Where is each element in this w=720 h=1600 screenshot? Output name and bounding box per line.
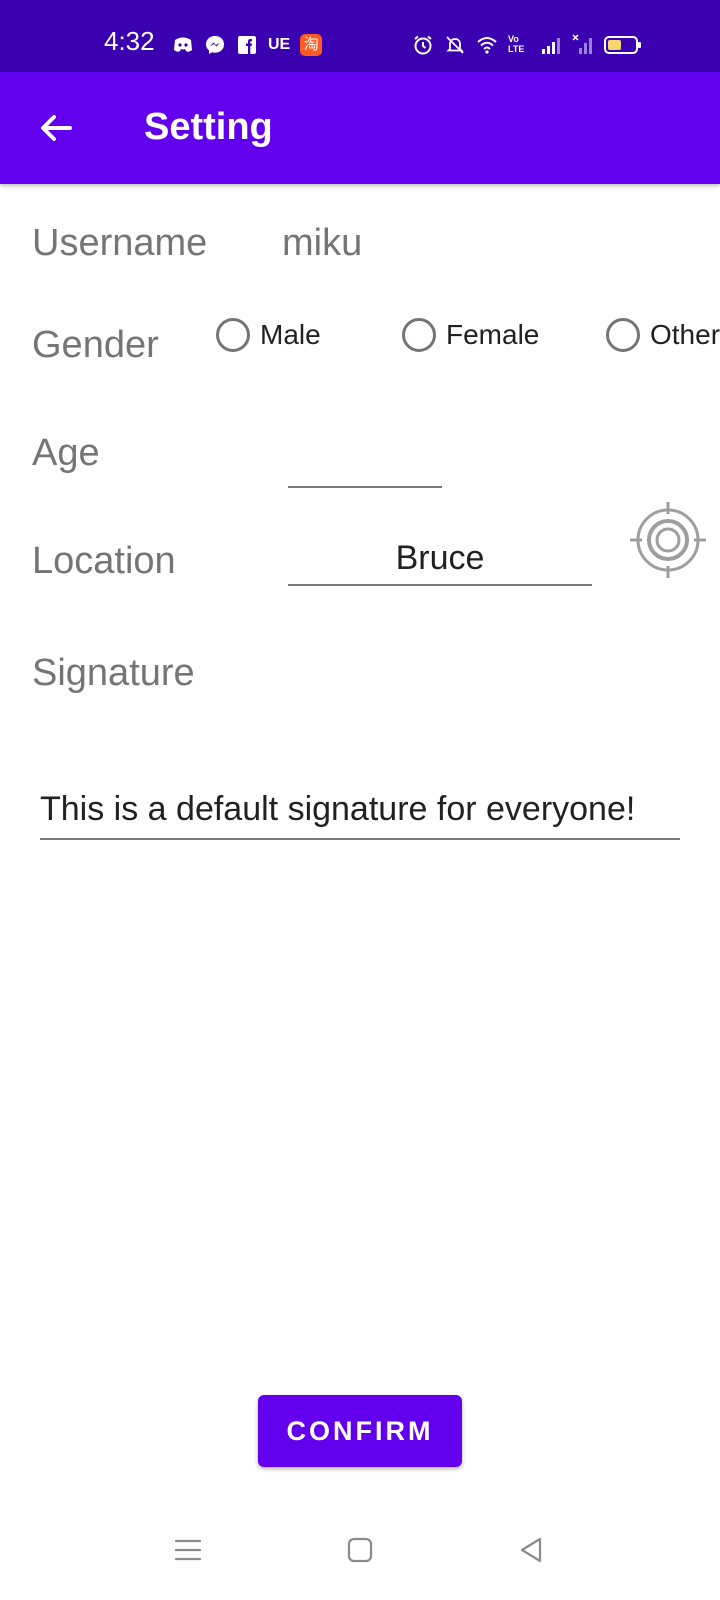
- taobao-icon: 淘: [300, 34, 323, 56]
- status-left-icons: UE 淘: [172, 32, 323, 58]
- facebook-icon: [238, 36, 256, 54]
- signature-label: Signature: [32, 652, 195, 694]
- gender-radio-group: Male Female Other: [0, 318, 720, 366]
- app-bar: Setting: [0, 72, 720, 184]
- gender-option-male[interactable]: Male: [216, 318, 321, 352]
- battery-icon: [604, 36, 641, 54]
- location-input[interactable]: [288, 532, 592, 586]
- back-nav-icon[interactable]: [512, 1530, 552, 1570]
- gender-option-other[interactable]: Other: [606, 318, 720, 352]
- volte-icon: Vo LTE: [508, 34, 525, 54]
- locate-target-icon[interactable]: [628, 500, 708, 580]
- age-input[interactable]: [288, 436, 442, 488]
- username-label: Username: [32, 222, 208, 264]
- menu-nav-icon[interactable]: [168, 1530, 208, 1570]
- location-label: Location: [32, 540, 176, 582]
- confirm-button[interactable]: CONFIRM: [258, 1395, 462, 1467]
- username-value: miku: [282, 222, 363, 264]
- radio-circle-icon: [606, 318, 640, 352]
- system-nav-bar: [0, 1530, 720, 1600]
- ue-icon: UE: [268, 36, 291, 53]
- wifi-icon: [477, 37, 497, 54]
- signature-input[interactable]: [40, 780, 680, 840]
- radio-circle-icon: [216, 318, 250, 352]
- home-nav-icon[interactable]: [340, 1530, 380, 1570]
- back-arrow-icon[interactable]: [32, 104, 80, 152]
- status-right-icons: Vo LTE: [412, 32, 642, 58]
- gender-option-label: Other: [650, 319, 720, 350]
- discord-icon: [174, 37, 192, 52]
- age-label: Age: [32, 432, 100, 474]
- radio-circle-icon: [402, 318, 436, 352]
- alarm-icon: [414, 35, 432, 55]
- page-title: Setting: [144, 106, 273, 148]
- silent-bell-icon: [446, 36, 464, 54]
- gender-option-label: Male: [260, 319, 321, 350]
- gender-option-label: Female: [446, 319, 540, 350]
- status-bar: 4:32 UE 淘 Vo LTE: [0, 0, 720, 72]
- messenger-icon: [206, 36, 224, 54]
- gender-option-female[interactable]: Female: [402, 318, 539, 352]
- signal-x-icon: [572, 34, 592, 54]
- status-time: 4:32: [104, 26, 155, 56]
- signal-icon: [542, 38, 560, 54]
